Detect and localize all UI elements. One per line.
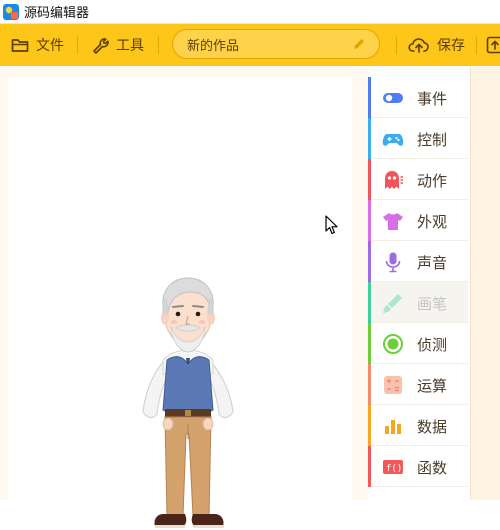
category-label: 数据 bbox=[417, 416, 447, 437]
project-name-box[interactable] bbox=[172, 29, 380, 59]
svg-text:f(): f() bbox=[386, 464, 402, 474]
old-man-sprite[interactable] bbox=[141, 214, 241, 530]
app-logo-icon bbox=[3, 4, 19, 20]
category-motion[interactable]: 动作 bbox=[368, 159, 468, 200]
sensor-icon bbox=[382, 333, 404, 355]
category-color-bar bbox=[368, 77, 371, 118]
category-label: 控制 bbox=[417, 129, 447, 150]
project-name-input[interactable] bbox=[187, 30, 347, 58]
block-category-palette: 事件 控制 动作 外观 声音 bbox=[368, 67, 470, 500]
category-label: 动作 bbox=[417, 170, 447, 191]
toolbar-divider bbox=[476, 36, 477, 54]
file-menu-button[interactable]: 文件 bbox=[11, 24, 64, 66]
category-color-bar bbox=[368, 200, 371, 241]
stage-canvas[interactable] bbox=[8, 77, 352, 500]
cloud-upload-icon bbox=[408, 36, 430, 54]
function-icon: f() bbox=[382, 456, 404, 478]
category-label: 侦测 bbox=[417, 334, 447, 355]
upload-icon bbox=[486, 36, 500, 54]
category-color-bar bbox=[368, 323, 371, 364]
category-color-bar bbox=[368, 159, 371, 200]
mic-icon bbox=[382, 251, 404, 273]
window-title: 源码编辑器 bbox=[24, 2, 89, 21]
toolbar: 文件 工具 保存 bbox=[0, 24, 500, 66]
category-label: 函数 bbox=[417, 457, 447, 478]
block-workspace-edge bbox=[470, 67, 500, 500]
calc-icon bbox=[382, 374, 404, 396]
tools-menu-button[interactable]: 工具 bbox=[91, 24, 144, 66]
category-events[interactable]: 事件 bbox=[368, 77, 468, 118]
category-label: 运算 bbox=[417, 375, 447, 396]
category-color-bar bbox=[368, 241, 371, 282]
category-label: 声音 bbox=[417, 252, 447, 273]
tools-menu-label: 工具 bbox=[116, 35, 144, 55]
toggle-icon bbox=[382, 87, 404, 109]
toolbar-divider bbox=[158, 36, 159, 54]
chart-icon bbox=[382, 415, 404, 437]
title-bar: 源码编辑器 bbox=[0, 0, 500, 24]
publish-button[interactable] bbox=[486, 24, 500, 66]
category-data[interactable]: 数据 bbox=[368, 405, 468, 446]
category-label: 外观 bbox=[417, 211, 447, 232]
save-button[interactable]: 保存 bbox=[408, 24, 465, 66]
category-pen[interactable]: 画笔 bbox=[368, 282, 468, 323]
category-color-bar bbox=[368, 118, 371, 159]
file-menu-label: 文件 bbox=[36, 35, 64, 55]
shirt-icon bbox=[382, 210, 404, 232]
category-label: 事件 bbox=[417, 88, 447, 109]
category-color-bar bbox=[368, 405, 371, 446]
wrench-icon bbox=[91, 36, 109, 54]
gamepad-icon bbox=[382, 128, 404, 150]
category-color-bar bbox=[368, 282, 371, 323]
category-control[interactable]: 控制 bbox=[368, 118, 468, 159]
category-functions[interactable]: f() 函数 bbox=[368, 446, 468, 487]
category-looks[interactable]: 外观 bbox=[368, 200, 468, 241]
category-color-bar bbox=[368, 364, 371, 405]
category-label: 画笔 bbox=[417, 293, 447, 314]
category-operators[interactable]: 运算 bbox=[368, 364, 468, 405]
ghost-icon bbox=[382, 169, 404, 191]
toolbar-divider bbox=[396, 36, 397, 54]
brush-icon bbox=[382, 292, 404, 314]
category-sensing[interactable]: 侦测 bbox=[368, 323, 468, 364]
toolbar-divider bbox=[77, 36, 78, 54]
save-label: 保存 bbox=[437, 35, 465, 55]
category-sound[interactable]: 声音 bbox=[368, 241, 468, 282]
folder-icon bbox=[11, 37, 29, 53]
pencil-icon[interactable] bbox=[352, 37, 366, 51]
category-color-bar bbox=[368, 446, 371, 487]
mouse-cursor-icon bbox=[325, 215, 339, 235]
